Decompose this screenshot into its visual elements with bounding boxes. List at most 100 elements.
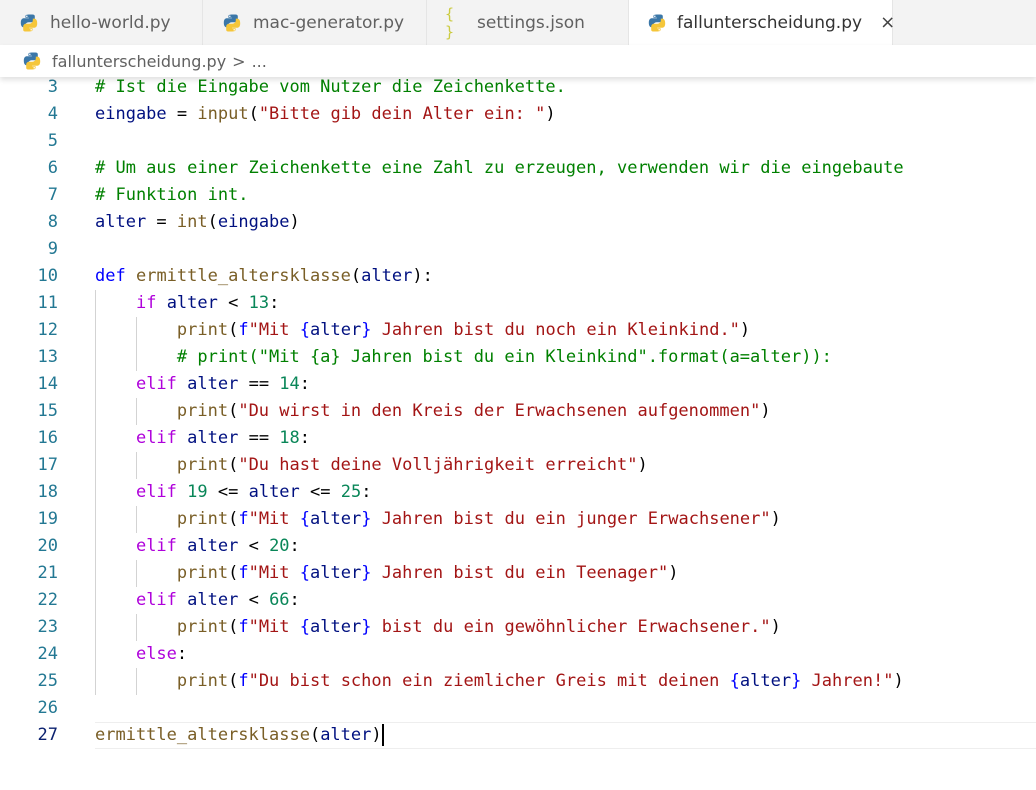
json-icon: { } [445,4,455,41]
python-icon [22,51,42,71]
text-cursor [381,724,384,746]
code-token: : [289,590,300,610]
code-token: ( [350,266,362,286]
code-token: f [238,617,249,637]
code-token: alter [310,563,362,583]
code-token: ) [545,104,556,124]
code-line[interactable]: 12 print(f"Mit {alter} Jahren bist du no… [0,317,1036,344]
code-token: Jahren!" [801,671,894,691]
code-line[interactable]: 9 [0,236,1036,263]
code-line[interactable]: 22 elif alter < 66: [0,587,1036,614]
line-number: 13 [37,347,58,367]
code-line[interactable]: 19 print(f"Mit {alter} Jahren bist du ei… [0,506,1036,533]
code-token: elif [135,428,177,448]
code-line[interactable]: 18 elif 19 <= alter <= 25: [0,479,1036,506]
code-token: alter [310,509,362,529]
line-number: 26 [37,698,58,718]
code-line[interactable]: 8 alter = int(eingabe) [0,209,1036,236]
code-token: ermittle_altersklasse [135,266,351,286]
tab-settings-json[interactable]: { } settings.json [427,0,629,45]
breadcrumb-file[interactable]: fallunterscheidung.py [52,52,226,71]
code-token: alter [739,671,792,691]
line-number: 12 [37,320,58,340]
code-token: == [238,374,280,394]
code-token: print [176,455,229,475]
breadcrumb: fallunterscheidung.py > ... [0,45,1036,77]
code-token: 13 [248,293,270,313]
breadcrumb-more[interactable]: ... [252,52,267,71]
code-token: print [176,671,229,691]
code-token: # Ist die Eingabe vom Nutzer die Zeichen… [95,77,566,97]
code-line[interactable]: 27 ermittle_altersklasse(alter) [0,722,1036,749]
code-line[interactable]: 16 elif alter == 18: [0,425,1036,452]
indent-guide [136,668,137,695]
code-line[interactable]: 3 # Ist die Eingabe vom Nutzer die Zeiche… [0,77,1036,101]
code-token: ) [668,563,679,583]
code-line[interactable]: 11 if alter < 13: [0,290,1036,317]
code-token: bist du ein gewöhnlicher Erwachsener." [371,617,771,637]
code-token: <= [207,482,249,502]
code-token: ): [412,266,433,286]
code-line[interactable]: 14 elif alter == 14: [0,371,1036,398]
code-text: eingabe = input("Bitte gib dein Alter ei… [95,101,556,128]
indent-guide [136,614,137,641]
code-line[interactable]: 24 else: [0,641,1036,668]
code-token: alter [320,725,372,745]
line-number: 11 [37,293,58,313]
code-line[interactable]: 15 print("Du wirst in den Kreis der Erwa… [0,398,1036,425]
code-token: : [299,428,311,448]
line-number: 3 [47,77,58,97]
line-number: 17 [37,455,58,475]
code-text: print(f"Mit {alter} Jahren bist du ein j… [95,506,781,533]
code-token: : [269,293,280,313]
code-line[interactable]: 10 def ermittle_altersklasse(alter): [0,263,1036,290]
code-text: print("Du wirst in den Kreis der Erwachs… [95,398,771,425]
code-line[interactable]: 7 # Funktion int. [0,182,1036,209]
code-line[interactable]: 13 # print("Mit {a} Jahren bist du ein K… [0,344,1036,371]
tab-hello-world[interactable]: hello-world.py [0,0,203,45]
code-editor[interactable]: 3 # Ist die Eingabe vom Nutzer die Zeiche… [0,77,1036,790]
code-token: if [135,293,157,313]
line-number: 15 [37,401,58,421]
code-line[interactable]: 5 [0,128,1036,155]
close-icon[interactable]: × [880,12,895,33]
code-token: { [299,509,311,529]
code-line[interactable]: 17 print("Du hast deine Volljährigkeit e… [0,452,1036,479]
code-token: f [238,509,249,529]
tab-fallunterscheidung[interactable]: fallunterscheidung.py × [629,0,895,45]
code-token: { [299,563,311,583]
code-token: ( [207,212,218,232]
code-token: ) [371,725,382,745]
code-line[interactable]: 20 elif alter < 20: [0,533,1036,560]
code-line[interactable]: 23 print(f"Mit {alter} bist du ein gewöh… [0,614,1036,641]
line-number: 16 [37,428,58,448]
code-token: { [299,617,311,637]
line-number: 22 [37,590,58,610]
code-token: def [95,266,126,286]
code-token: ) [637,455,648,475]
code-token: { [729,671,740,691]
code-line[interactable]: 6 # Um aus einer Zeichenkette eine Zahl z… [0,155,1036,182]
tab-mac-generator[interactable]: mac-generator.py [203,0,427,45]
code-token: "Mit [248,509,300,529]
code-text: elif alter < 20: [95,533,300,560]
code-line[interactable]: 4 eingabe = input("Bitte gib dein Alter e… [0,101,1036,128]
code-token: } [361,509,372,529]
code-token: "Bitte gib dein Alter ein: " [258,104,546,124]
code-token: ) [289,212,300,232]
code-token: == [238,428,280,448]
code-token: 14 [279,374,300,394]
code-line[interactable]: 25 print(f"Du bist schon ein ziemlicher … [0,668,1036,695]
line-number: 5 [47,131,58,151]
code-token: Jahren bist du ein Teenager" [371,563,669,583]
code-line[interactable]: 26 [0,695,1036,722]
code-line[interactable]: 21 print(f"Mit {alter} Jahren bist du ei… [0,560,1036,587]
code-token: eingabe [217,212,290,232]
line-number: 25 [37,671,58,691]
